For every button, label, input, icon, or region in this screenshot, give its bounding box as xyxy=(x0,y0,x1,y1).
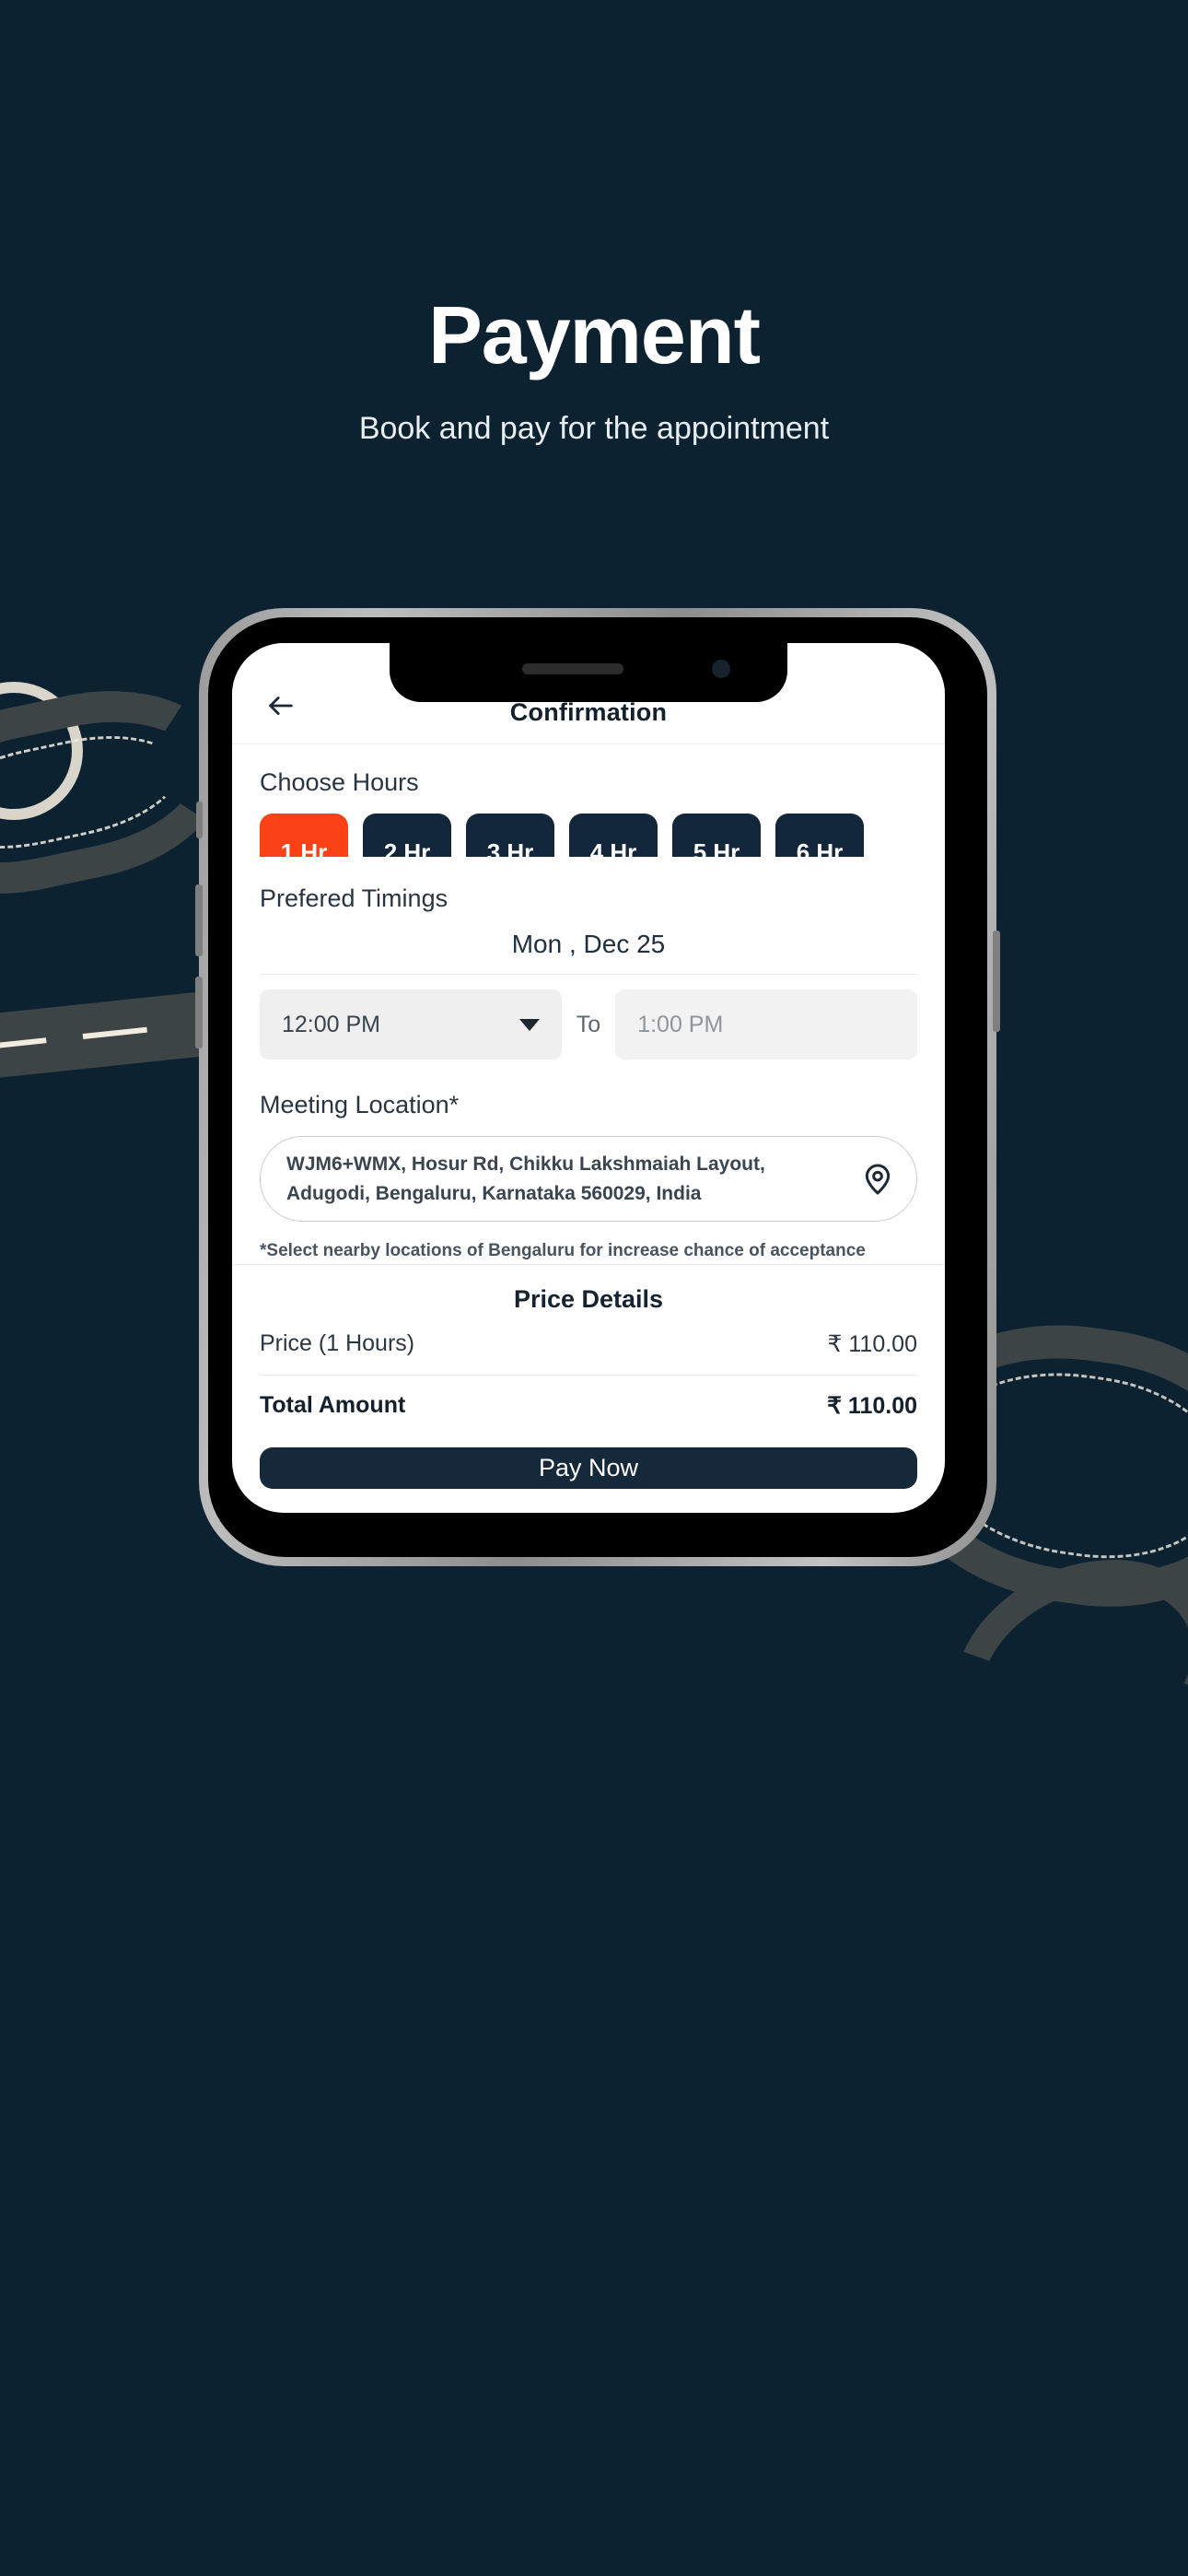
meeting-location-input[interactable]: WJM6+WMX, Hosur Rd, Chikku Lakshmaiah La… xyxy=(260,1136,917,1223)
back-button[interactable] xyxy=(260,686,302,729)
phone-volume-down-button xyxy=(195,977,203,1048)
arrow-left-icon xyxy=(265,690,297,726)
total-amount-value: ₹ 110.00 xyxy=(827,1392,917,1419)
app-bar-title: Confirmation xyxy=(509,698,668,726)
price-row-value: ₹ 110.00 xyxy=(827,1330,917,1357)
hour-chip-3[interactable]: 3 Hr xyxy=(466,814,554,858)
chevron-down-icon xyxy=(518,1018,540,1031)
end-time-field: 1:00 PM xyxy=(615,989,917,1060)
meeting-location-label: Meeting Location* xyxy=(260,1091,460,1119)
time-range-row: 12:00 PM To 1:00 PM xyxy=(260,989,917,1060)
front-camera-icon xyxy=(712,660,730,678)
hour-chip-1[interactable]: 1 Hr xyxy=(260,814,348,858)
phone-volume-up-button xyxy=(195,884,203,956)
meeting-location-value: WJM6+WMX, Hosur Rd, Chikku Lakshmaiah La… xyxy=(286,1153,765,1204)
choose-hours-label: Choose Hours xyxy=(260,768,419,796)
total-amount-label: Total Amount xyxy=(260,1392,406,1419)
app-content: Confirmation Choose Hours 1 Hr 2 Hr 3 Hr… xyxy=(232,643,945,1513)
road-loop-decoration-left xyxy=(0,682,83,820)
price-row-total: Total Amount ₹ 110.00 xyxy=(260,1376,917,1436)
phone-mute-switch xyxy=(196,802,203,838)
choose-hours-section: Choose Hours xyxy=(232,768,945,814)
start-time-dropdown[interactable]: 12:00 PM xyxy=(260,989,562,1060)
phone-power-button xyxy=(993,931,1000,1032)
page-title: Payment xyxy=(428,289,761,381)
page-root: Payment Book and pay for the appointment xyxy=(0,0,1188,2576)
phone-screen: Confirmation Choose Hours 1 Hr 2 Hr 3 Hr… xyxy=(232,643,945,1513)
hour-chip-6[interactable]: 6 Hr xyxy=(775,814,864,858)
hero-header: Payment Book and pay for the appointment xyxy=(0,0,1188,447)
page-subtitle: Book and pay for the appointment xyxy=(358,411,830,446)
app-body: Choose Hours 1 Hr 2 Hr 3 Hr 4 Hr 5 Hr 6 … xyxy=(232,744,945,1513)
meeting-location-hint: *Select nearby locations of Bengaluru fo… xyxy=(260,1241,866,1261)
price-details-card: Price Details Price (1 Hours) ₹ 110.00 T… xyxy=(232,1263,945,1436)
price-details-title: Price Details xyxy=(513,1284,664,1313)
start-time-value: 12:00 PM xyxy=(282,1011,381,1037)
hours-chip-row[interactable]: 1 Hr 2 Hr 3 Hr 4 Hr 5 Hr 6 Hr xyxy=(232,814,945,858)
pay-now-button[interactable]: Pay Now xyxy=(260,1446,917,1489)
time-range-separator: To xyxy=(576,1011,601,1037)
price-row-label: Price (1 Hours) xyxy=(260,1330,415,1357)
map-pin-icon[interactable] xyxy=(859,1161,896,1198)
prefered-timings-label: Prefered Timings xyxy=(260,884,448,913)
end-time-value: 1:00 PM xyxy=(637,1011,724,1037)
hour-chip-4[interactable]: 4 Hr xyxy=(569,814,658,858)
earpiece-speaker-icon xyxy=(521,663,623,674)
road-strip-decoration-left xyxy=(0,991,205,1082)
hour-chip-2[interactable]: 2 Hr xyxy=(363,814,451,858)
prefered-timings-section: Prefered Timings Mon , Dec 25 12:00 PM T… xyxy=(232,884,945,1060)
phone-notch xyxy=(390,643,787,702)
hour-chip-5[interactable]: 5 Hr xyxy=(672,814,761,858)
meeting-location-section: Meeting Location* WJM6+WMX, Hosur Rd, Ch… xyxy=(232,1091,945,1264)
price-row-hourly: Price (1 Hours) ₹ 110.00 xyxy=(260,1314,917,1376)
phone-mockup: Confirmation Choose Hours 1 Hr 2 Hr 3 Hr… xyxy=(195,608,1000,1566)
selected-date[interactable]: Mon , Dec 25 xyxy=(260,930,917,976)
